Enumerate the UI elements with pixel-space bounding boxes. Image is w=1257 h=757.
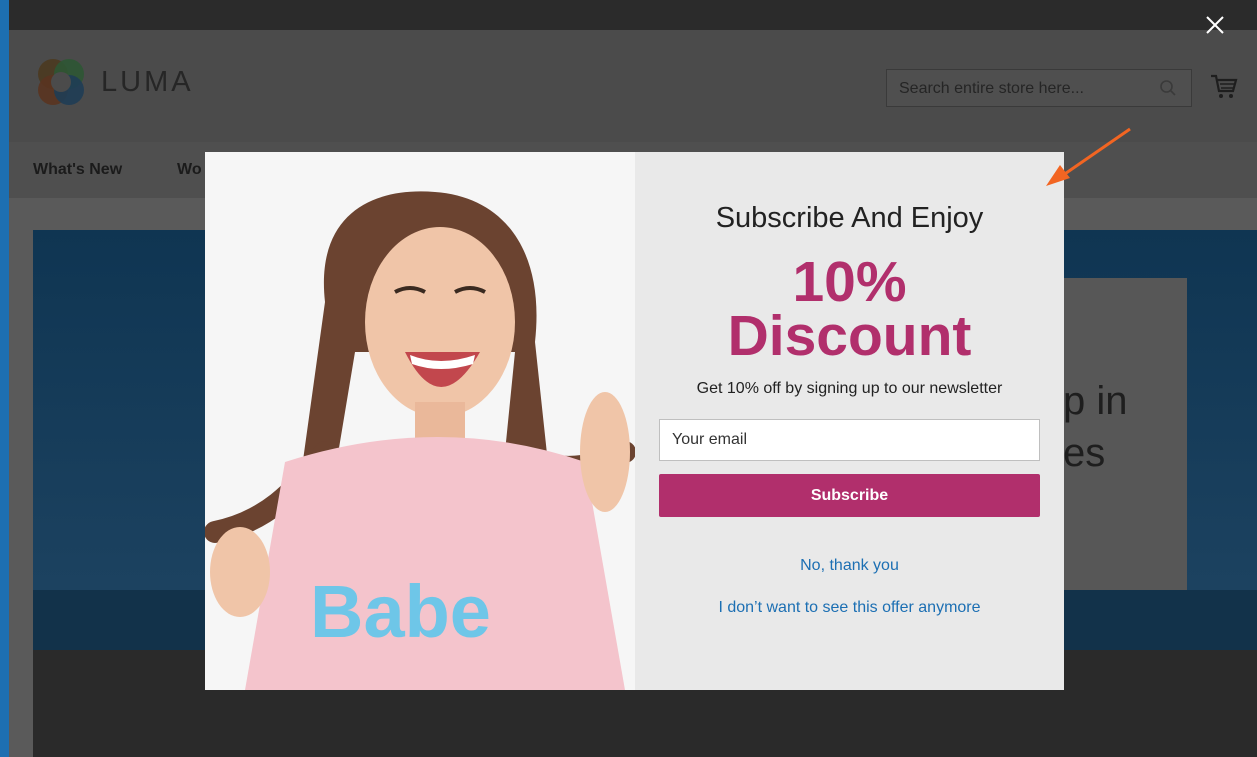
hero-promo-text: p in es: [1063, 375, 1128, 479]
discount-word: Discount: [727, 304, 972, 368]
search-icon[interactable]: [1159, 79, 1177, 97]
top-bar: [9, 0, 1257, 30]
search-box: [886, 69, 1192, 108]
dont-show-again-link[interactable]: I don’t want to see this offer anymore: [635, 599, 1064, 617]
nav-item-women[interactable]: Wo: [177, 161, 202, 179]
no-thanks-link[interactable]: No, thank you: [635, 557, 1064, 575]
cart-icon[interactable]: [1209, 73, 1239, 101]
logo-text: LUMA: [101, 65, 194, 98]
arrow-annotation-icon: [1046, 127, 1131, 186]
window-border: [0, 0, 9, 757]
subscribe-popup: Babe Subscribe And Enjoy 10% Discount Ge…: [205, 152, 1064, 690]
browser-frame: LUMA What's New Wo: [0, 0, 1257, 757]
logo[interactable]: LUMA: [35, 56, 194, 108]
hero-text-line-1: p in: [1063, 379, 1128, 423]
nav-item-whats-new[interactable]: What's New: [33, 161, 122, 179]
logo-icon: [38, 59, 84, 105]
email-field[interactable]: [659, 419, 1040, 461]
discount-text: 10% Discount: [635, 250, 1064, 368]
subscribe-panel: Subscribe And Enjoy 10% Discount Get 10%…: [635, 152, 1064, 690]
shirt-text: Babe: [310, 570, 491, 653]
woman-photo: Babe: [205, 152, 635, 690]
search-input[interactable]: [887, 70, 1161, 108]
popup-description: Get 10% off by signing up to our newslet…: [696, 380, 1003, 397]
discount-percent: 10%: [792, 250, 907, 314]
hero-text-line-2: es: [1063, 431, 1106, 475]
popup-heading: Subscribe And Enjoy: [715, 202, 984, 234]
close-icon[interactable]: [1204, 14, 1226, 36]
subscribe-button[interactable]: Subscribe: [659, 474, 1040, 517]
promo-image: Babe: [205, 152, 635, 690]
